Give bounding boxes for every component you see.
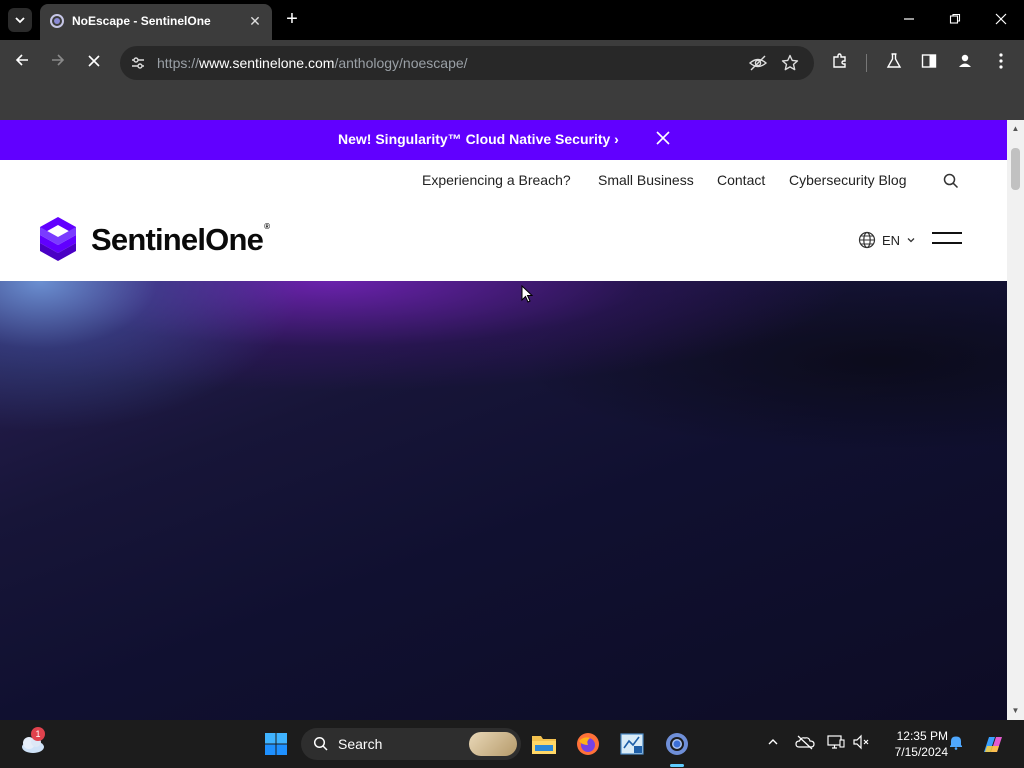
- language-selector[interactable]: EN: [858, 230, 916, 250]
- promo-link[interactable]: New! Singularity™ Cloud Native Security …: [338, 131, 619, 147]
- notification-badge: 1: [31, 727, 45, 741]
- chrome-icon[interactable]: [662, 729, 692, 759]
- system-clock[interactable]: 12:35 PM 7/15/2024: [880, 728, 948, 760]
- url-path: /anthology/noescape/: [334, 55, 468, 71]
- scroll-down-arrow-icon[interactable]: ▼: [1011, 706, 1020, 716]
- taskbar-search-label: Search: [338, 736, 383, 752]
- notifications-bell-icon[interactable]: [946, 734, 966, 754]
- volume-muted-icon[interactable]: [852, 734, 872, 754]
- forward-icon[interactable]: [47, 52, 69, 74]
- address-bar[interactable]: https://www.sentinelone.com/anthology/no…: [120, 46, 814, 80]
- tray-overflow-chevron-up-icon[interactable]: [763, 734, 783, 754]
- browser-tab-bar: NoEscape - SentinelOne ✕ +: [0, 0, 1024, 40]
- promo-text: New! Singularity™ Cloud Native Security: [338, 131, 611, 147]
- nav-experiencing-breach[interactable]: Experiencing a Breach?: [422, 172, 571, 188]
- clock-date: 7/15/2024: [894, 745, 948, 759]
- extensions-icon[interactable]: [829, 52, 851, 74]
- start-button[interactable]: [261, 729, 291, 759]
- bookmark-star-icon[interactable]: [780, 53, 800, 73]
- nav-small-business[interactable]: Small Business: [598, 172, 694, 188]
- nav-cybersecurity-blog[interactable]: Cybersecurity Blog: [789, 172, 907, 188]
- scroll-up-arrow-icon[interactable]: ▲: [1011, 124, 1020, 134]
- browser-toolbar: https://www.sentinelone.com/anthology/no…: [0, 40, 1024, 86]
- profile-icon[interactable]: [954, 52, 976, 74]
- language-label: EN: [882, 232, 901, 248]
- page-viewport: New! Singularity™ Cloud Native Security …: [0, 120, 1007, 720]
- active-tab[interactable]: NoEscape - SentinelOne ✕: [40, 4, 272, 40]
- page-scrollbar[interactable]: ▲ ▼: [1007, 120, 1024, 720]
- globe-icon: [858, 231, 876, 249]
- nav-contact[interactable]: Contact: [717, 172, 765, 188]
- bookmark-bar: [0, 86, 1024, 120]
- toolbar-divider: [866, 54, 867, 72]
- main-nav: SentinelOne® EN: [0, 216, 1007, 266]
- network-tool-icon[interactable]: [617, 729, 647, 759]
- copilot-icon[interactable]: [981, 734, 1002, 754]
- close-window-icon[interactable]: [990, 10, 1012, 30]
- active-app-indicator: [670, 764, 684, 767]
- url-prefix: https://: [157, 55, 200, 71]
- display-project-icon[interactable]: [826, 734, 846, 754]
- side-panel-icon[interactable]: [918, 52, 940, 74]
- back-icon[interactable]: [11, 52, 33, 74]
- tab-title: NoEscape - SentinelOne: [72, 14, 211, 28]
- promo-banner[interactable]: New! Singularity™ Cloud Native Security …: [0, 120, 1007, 160]
- chevron-down-icon: [15, 17, 25, 24]
- hero-background: [0, 281, 1007, 720]
- taskbar-search[interactable]: Search: [301, 728, 521, 760]
- windows-logo-icon: [265, 733, 287, 755]
- stop-loading-icon[interactable]: [83, 52, 105, 74]
- labs-flask-icon[interactable]: [883, 52, 905, 74]
- logo-wordmark[interactable]: SentinelOne®: [91, 222, 270, 258]
- logo-trademark: ®: [264, 222, 270, 231]
- mouse-cursor-icon: [521, 285, 533, 303]
- tab-search-button[interactable]: [8, 8, 32, 32]
- sentinelone-favicon-icon: [50, 14, 64, 28]
- search-highlight-image: [469, 732, 517, 756]
- url-host: www.sentinelone.com: [199, 55, 335, 71]
- url-text[interactable]: https://www.sentinelone.com/anthology/no…: [157, 55, 468, 71]
- menu-kebab-icon[interactable]: [990, 52, 1012, 74]
- scrollbar-thumb[interactable]: [1011, 148, 1020, 190]
- windows-taskbar: 1 Search 12:35 PM 7/15/2024: [0, 720, 1024, 768]
- tab-close-icon[interactable]: ✕: [246, 12, 264, 30]
- hamburger-menu-icon[interactable]: [932, 232, 962, 246]
- utility-nav: Experiencing a Breach? Small Business Co…: [0, 172, 1007, 192]
- file-explorer-icon[interactable]: [529, 729, 559, 759]
- promo-close-icon[interactable]: [654, 129, 672, 147]
- onedrive-offline-icon[interactable]: [795, 734, 815, 754]
- new-tab-button[interactable]: +: [282, 9, 302, 29]
- clock-time: 12:35 PM: [896, 729, 948, 743]
- minimize-icon[interactable]: [898, 10, 920, 30]
- site-info-icon[interactable]: [128, 53, 148, 73]
- firefox-icon[interactable]: [573, 729, 603, 759]
- sentinelone-logo-icon[interactable]: [38, 216, 78, 262]
- search-icon: [313, 736, 328, 751]
- restore-icon[interactable]: [944, 10, 966, 30]
- search-icon[interactable]: [942, 172, 960, 190]
- chevron-down-icon: [907, 238, 915, 243]
- promo-chevron-icon: ›: [614, 131, 619, 147]
- tracking-eye-off-icon[interactable]: [748, 53, 768, 73]
- logo-text: SentinelOne: [91, 222, 264, 257]
